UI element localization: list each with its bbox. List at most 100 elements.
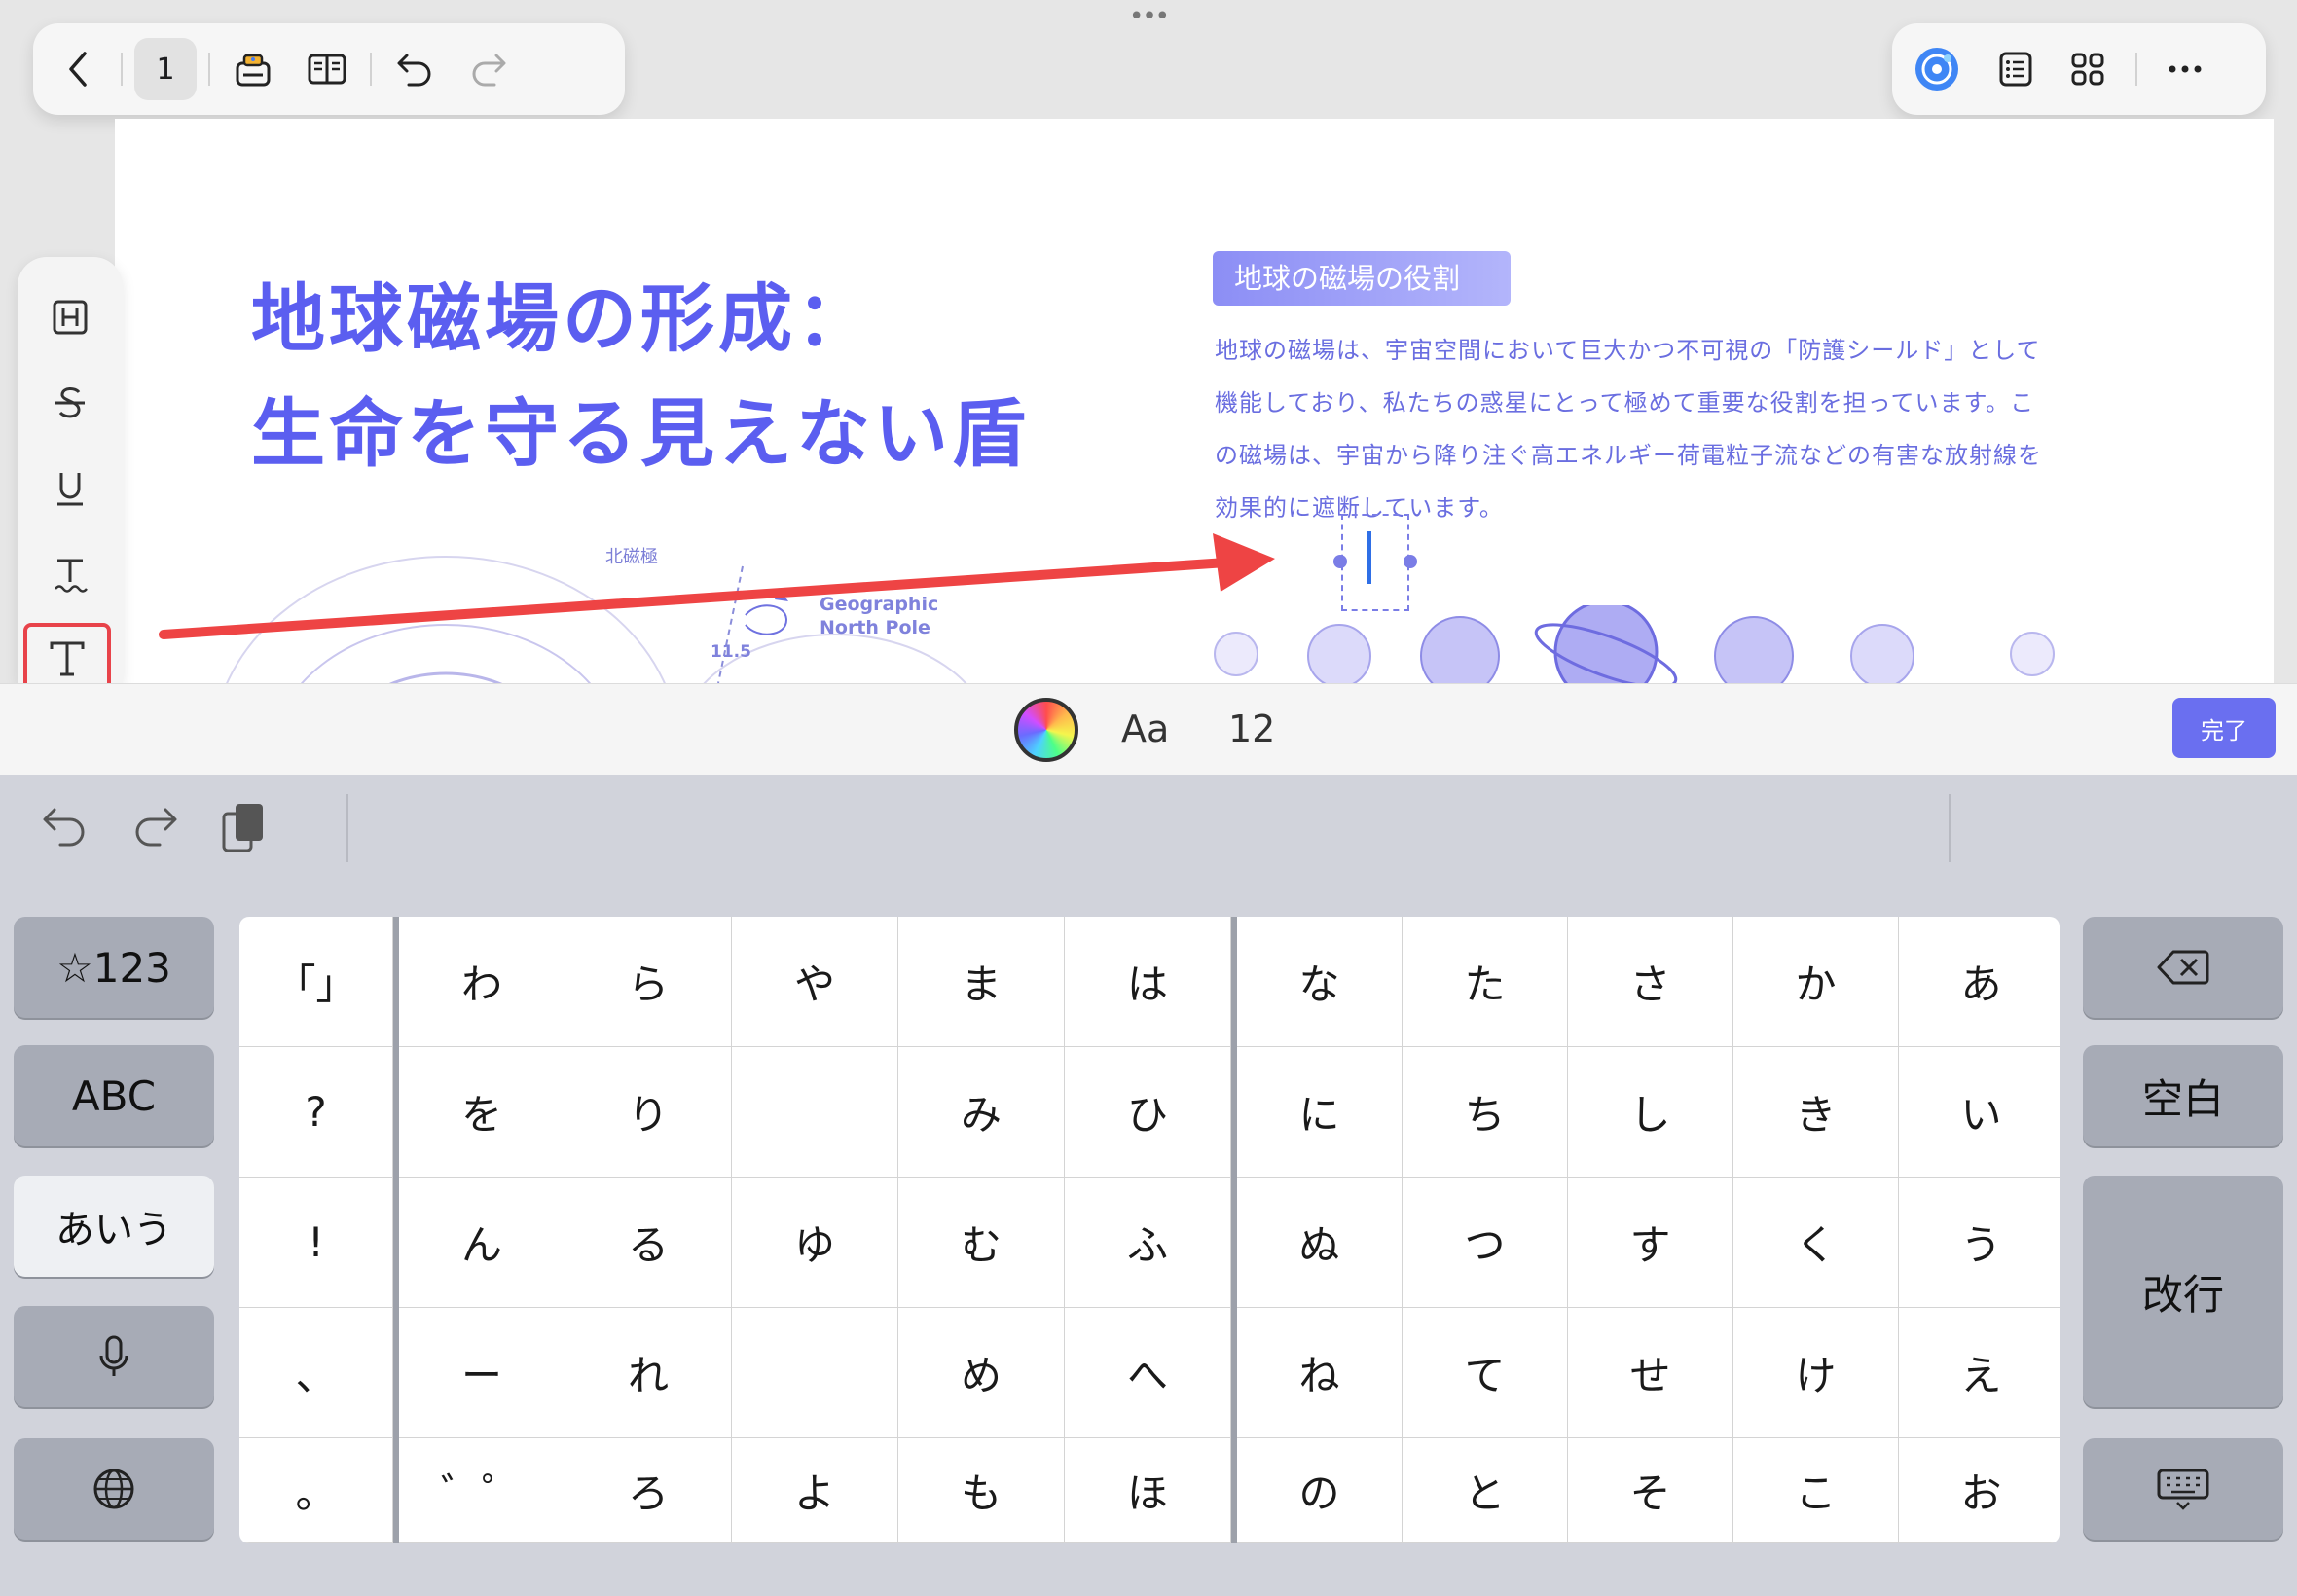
- kana-key[interactable]: ぬ: [1237, 1178, 1403, 1308]
- kana-key[interactable]: き: [1733, 1047, 1899, 1178]
- kana-key[interactable]: く: [1733, 1178, 1899, 1308]
- more-button[interactable]: [2161, 38, 2209, 100]
- resize-handle-left[interactable]: [1333, 555, 1347, 568]
- dismiss-keyboard-key[interactable]: [2083, 1438, 2283, 1540]
- kana-key[interactable]: ら: [565, 917, 732, 1047]
- highlight-tool-button[interactable]: [37, 284, 103, 350]
- kana-key[interactable]: そ: [1568, 1438, 1733, 1543]
- kana-key[interactable]: え: [1899, 1308, 2060, 1438]
- kana-key[interactable]: に: [1237, 1047, 1403, 1178]
- dictation-key[interactable]: [14, 1306, 214, 1407]
- kana-key[interactable]: も: [898, 1438, 1065, 1543]
- stamp-button[interactable]: [222, 38, 284, 100]
- window-handle[interactable]: •••: [1119, 2, 1178, 41]
- globe-key[interactable]: [14, 1438, 214, 1540]
- kana-key[interactable]: わ: [399, 917, 565, 1047]
- outline-button[interactable]: [1991, 38, 2040, 100]
- resize-handle-right[interactable]: [1404, 555, 1417, 568]
- kana-key[interactable]: り: [565, 1047, 732, 1178]
- kana-key[interactable]: れ: [565, 1308, 732, 1438]
- return-key[interactable]: 改行: [2083, 1176, 2283, 1407]
- underline-icon: [57, 473, 83, 506]
- punctuation-key[interactable]: 、: [239, 1308, 393, 1438]
- kana-key[interactable]: ん: [399, 1178, 565, 1308]
- squiggly-underline-icon: [55, 559, 88, 593]
- redo-icon: [472, 54, 506, 87]
- numbers-key[interactable]: ☆123: [14, 917, 214, 1018]
- kana-key[interactable]: へ: [1065, 1308, 1231, 1438]
- kana-key[interactable]: [732, 1308, 898, 1438]
- done-button[interactable]: 完了: [2172, 698, 2276, 758]
- kana-key[interactable]: さ: [1568, 917, 1733, 1047]
- squiggly-tool-button[interactable]: [37, 541, 103, 607]
- kana-key[interactable]: ふ: [1065, 1178, 1231, 1308]
- kana-key[interactable]: ゛゜: [399, 1438, 565, 1543]
- section-tag: 地球の磁場の役割: [1213, 251, 1511, 306]
- text-caret: [1367, 531, 1371, 584]
- kana-key[interactable]: の: [1237, 1438, 1403, 1543]
- kana-key[interactable]: よ: [732, 1438, 898, 1543]
- strikethrough-tool-button[interactable]: [37, 370, 103, 436]
- kana-key[interactable]: ろ: [565, 1438, 732, 1543]
- punctuation-key[interactable]: ?: [239, 1047, 393, 1178]
- kana-key[interactable]: あ: [1899, 917, 2060, 1047]
- stamp-icon: [236, 54, 271, 87]
- thumbnails-button[interactable]: [2063, 38, 2112, 100]
- font-button[interactable]: Aa: [1121, 707, 1169, 750]
- kana-key[interactable]: お: [1899, 1438, 2060, 1543]
- kana-key[interactable]: し: [1568, 1047, 1733, 1178]
- kana-key[interactable]: か: [1733, 917, 1899, 1047]
- kana-key[interactable]: つ: [1403, 1178, 1568, 1308]
- kana-key[interactable]: ま: [898, 917, 1065, 1047]
- kana-key[interactable]: て: [1403, 1308, 1568, 1438]
- shortcut-divider: [1949, 794, 1951, 862]
- color-picker-button[interactable]: [1014, 698, 1078, 762]
- redo-button[interactable]: [457, 38, 520, 100]
- kana-key[interactable]: け: [1733, 1308, 1899, 1438]
- keyboard-redo-button[interactable]: [130, 804, 179, 849]
- paragraph-line: 地球の磁場は、宇宙空間において巨大かつ不可視の「防護シールド」として: [1215, 337, 2041, 364]
- kana-key[interactable]: ほ: [1065, 1438, 1231, 1543]
- punctuation-key[interactable]: 「」: [239, 917, 393, 1047]
- punctuation-key[interactable]: 。: [239, 1438, 393, 1543]
- kana-key-grid: 「」?!、。 わをんー゛゜ らりるれろ やゆよ まみむめも はひふへほ なにぬねの たちつてと…: [239, 917, 2060, 1543]
- kana-key[interactable]: せ: [1568, 1308, 1733, 1438]
- kana-key[interactable]: や: [732, 917, 898, 1047]
- kana-key[interactable]: な: [1237, 917, 1403, 1047]
- kana-key[interactable]: う: [1899, 1178, 2060, 1308]
- microphone-icon: [99, 1335, 128, 1376]
- space-key[interactable]: 空白: [2083, 1045, 2283, 1146]
- kana-key[interactable]: [732, 1047, 898, 1178]
- kana-key[interactable]: は: [1065, 917, 1231, 1047]
- kana-key[interactable]: と: [1403, 1438, 1568, 1543]
- font-size-button[interactable]: 12: [1228, 707, 1275, 750]
- ai-assistant-button[interactable]: [1906, 38, 1968, 100]
- kana-key[interactable]: い: [1899, 1047, 2060, 1178]
- text-box-frame[interactable]: [1341, 514, 1409, 611]
- kana-key[interactable]: み: [898, 1047, 1065, 1178]
- underline-tool-button[interactable]: [37, 455, 103, 522]
- kana-key[interactable]: す: [1568, 1178, 1733, 1308]
- reader-mode-button[interactable]: [296, 38, 358, 100]
- kana-key[interactable]: ゆ: [732, 1178, 898, 1308]
- undo-button[interactable]: [383, 38, 446, 100]
- abc-key[interactable]: ABC: [14, 1045, 214, 1146]
- punctuation-key[interactable]: !: [239, 1178, 393, 1308]
- keyboard-paste-button[interactable]: [220, 800, 267, 854]
- kana-key[interactable]: こ: [1733, 1438, 1899, 1543]
- kana-key[interactable]: た: [1403, 917, 1568, 1047]
- kana-key[interactable]: め: [898, 1308, 1065, 1438]
- kana-key[interactable]: あいう: [14, 1176, 214, 1277]
- page-title-line1: 地球磁場の形成：: [251, 275, 874, 362]
- delete-key[interactable]: [2083, 917, 2283, 1018]
- page-number-button[interactable]: 1: [134, 38, 197, 100]
- kana-key[interactable]: ね: [1237, 1308, 1403, 1438]
- keyboard-undo-button[interactable]: [41, 804, 90, 849]
- kana-key[interactable]: る: [565, 1178, 732, 1308]
- kana-key[interactable]: ち: [1403, 1047, 1568, 1178]
- kana-key[interactable]: ー: [399, 1308, 565, 1438]
- kana-key[interactable]: ひ: [1065, 1047, 1231, 1178]
- kana-key[interactable]: む: [898, 1178, 1065, 1308]
- back-button[interactable]: [47, 38, 109, 100]
- kana-key[interactable]: を: [399, 1047, 565, 1178]
